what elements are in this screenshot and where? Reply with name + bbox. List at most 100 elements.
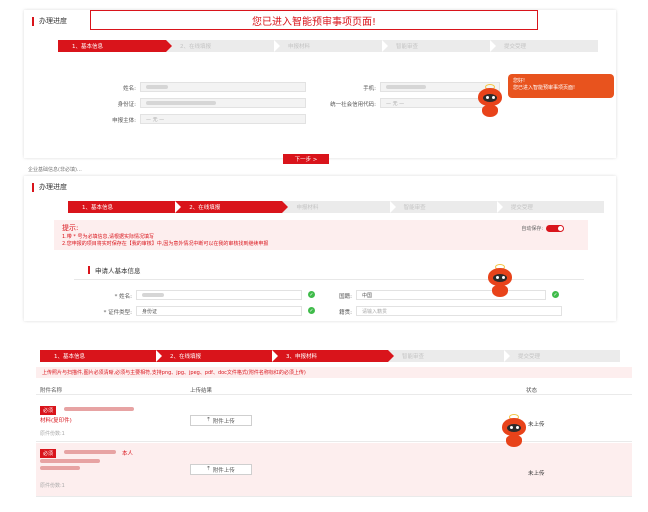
redacted-value [146,101,216,105]
next-step-button[interactable]: 下一步 > [283,154,329,164]
autosave-toggle[interactable] [546,225,564,232]
step-label: 1、基本信息 [82,205,113,211]
name-field[interactable] [140,82,306,92]
required-badge: 必须 [40,406,57,415]
attachment-upload-button[interactable]: ⤒ 附件上传 [190,464,252,475]
step-label: 提交受理 [518,354,541,360]
attachment-name: 材料(复印件) [40,418,72,424]
placeholder: — 无 — [386,100,405,107]
applicant-info-title-text: 申请人基本信息 [95,267,141,275]
table-row: 必须 材料(复印件) 原件份数:1 ⤒ 附件上传 未上传 [36,396,632,442]
redacted-value [146,85,168,89]
upload-notice: 上传照片与扫描件,图片必须清晰,必须与主要相符,支持png、jpg、jpeg、p… [36,367,632,378]
id-type-select[interactable]: 身份证 [136,306,302,316]
step-basic-info[interactable]: 1、基本信息 [40,350,162,362]
step-submit[interactable]: 提交受理 [490,40,598,52]
step-progress-bar: 1、基本信息 2、在线填报 3、申报材料 智能审查 提交受理 [40,350,620,362]
autosave-label: 自动保存: [521,226,543,232]
original-count: 原件份数:1 [40,483,65,489]
applicant-info-title: 申请人基本信息 [88,265,141,275]
id-card-field[interactable] [140,98,306,108]
upload-status: 未上传 [528,422,545,428]
step-label: 3、申报材料 [286,354,317,360]
section-title-text: 办理进度 [39,17,67,25]
upload-icon: ⤒ [207,466,210,472]
tips-title: 提示: [62,224,79,232]
step-label: 2、在线填报 [180,44,211,50]
applicant-name-field[interactable] [136,290,302,300]
step-label: 提交受理 [510,205,533,211]
robot-mascot-icon[interactable] [498,414,530,448]
step-label: 智能审查 [396,44,419,50]
step-label: 1、基本信息 [54,354,85,360]
upload-button-label: 附件上传 [212,467,235,474]
step-progress-bar: 1、基本信息 2、在线填报 申报材料 智能审查 提交受理 [58,40,598,52]
id-type-value: 身份证 [142,308,158,315]
section-title: 办理进度 [32,182,67,192]
step-basic-info[interactable]: 1、基本信息 [68,201,182,213]
applicant-subject-field[interactable]: — 无 — [140,114,306,124]
step-smart-review[interactable]: 智能审查 [382,40,496,52]
robot-mascot-icon[interactable] [484,264,516,298]
redacted-value [64,407,134,411]
step-label: 2、在线填报 [189,205,221,211]
step-materials[interactable]: 申报材料 [282,201,396,213]
step-label: 申报材料 [288,44,311,50]
tip-line: 1.带 * 号为必填信息,请根据实际情况填写 [62,234,155,240]
name-label: 姓名: [123,86,136,92]
credit-code-label: 统一社会信用代码: [330,102,376,108]
column-header: 状态 [526,388,538,394]
notice-banner: 您已进入智能预审事项页面! [90,10,538,30]
step-online-fill[interactable]: 2、在线填报 [175,201,289,213]
id-type-label: * 证件类型: [103,310,132,316]
original-count: 原件份数:1 [40,431,65,437]
tip-line: 2.您申报的项目将实时保存在【我的审核】中,因为意外情况中断可以在我的审核找到继… [62,241,269,247]
column-header: 附件名称 [40,388,63,394]
step-submit[interactable]: 提交受理 [496,201,605,213]
bubble-line: 您好! [513,78,526,84]
upload-button-label: 附件上传 [212,418,235,425]
bubble-line: 您已进入智能预审事项页面! [513,85,576,91]
step-online-fill[interactable]: 2、在线填报 [156,350,278,362]
step-materials[interactable]: 申报材料 [274,40,388,52]
assistant-speech-bubble[interactable]: 您好! 您已进入智能预审事项页面! [508,74,614,98]
step-submit[interactable]: 提交受理 [504,350,620,362]
redacted-value [142,293,164,297]
applicant-subject-label: 申报主体: [112,118,136,124]
redacted-value [40,459,100,463]
tips-box: 提示: 1.带 * 号为必填信息,请根据实际情况填写 2.您申报的项目将实时保存… [54,220,588,250]
id-card-label: 身份证: [117,102,136,108]
placeholder: 请输入籍贯 [362,308,388,315]
redacted-value [64,450,116,454]
autosave-control: 自动保存: [521,225,564,232]
step-label: 智能审查 [403,205,426,211]
applicant-name-label: * 姓名: [114,294,132,300]
step-smart-review[interactable]: 智能审查 [388,350,510,362]
nationality-label: 国籍: [339,294,352,300]
section-title-text: 办理进度 [39,183,67,191]
step-label: 申报材料 [296,205,319,211]
upload-icon: ⤒ [207,417,210,423]
redacted-value [40,466,80,470]
title-accent-bar [88,266,90,274]
attachment-upload-button[interactable]: ⤒ 附件上传 [190,415,252,426]
phone-label: 手机: [363,86,376,92]
step-materials[interactable]: 3、申报材料 [272,350,394,362]
step-label: 2、在线填报 [170,354,201,360]
step-basic-info[interactable]: 1、基本信息 [58,40,172,52]
attachments-table-header: 附件名称 上传结果 状态 [36,383,632,395]
placeholder: — 无 — [146,116,165,123]
column-header: 上传结果 [190,388,213,394]
robot-mascot-icon[interactable] [474,84,506,118]
nationality-select[interactable]: 中国 [356,290,546,300]
step-online-fill[interactable]: 2、在线填报 [166,40,280,52]
step-smart-review[interactable]: 智能审查 [389,201,503,213]
native-place-label: 籍贯: [339,310,352,316]
check-icon: ✓ [552,291,559,298]
redacted-value [386,85,426,89]
title-accent-bar [32,182,34,192]
attachment-name: 本人 [122,451,134,457]
nationality-value: 中国 [362,292,373,299]
native-place-field[interactable]: 请输入籍贯 [356,306,562,316]
table-row: 必须 本人 原件份数:1 ⤒ 附件上传 未上传 [36,443,632,497]
